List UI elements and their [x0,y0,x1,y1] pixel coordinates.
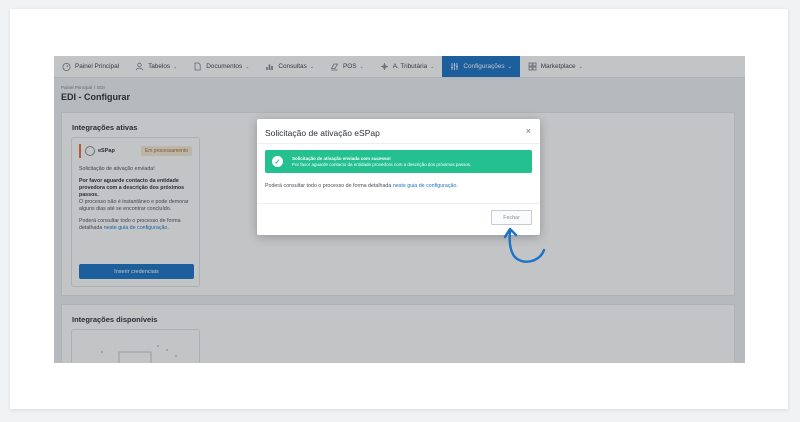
success-alert: ✓ Solicitação de ativação enviada com su… [265,150,532,173]
modal-guide-link[interactable]: neste guia de configuração [393,183,457,189]
check-circle-icon: ✓ [272,156,283,167]
modal-body: Poderá consultar todo o processo de form… [265,183,458,189]
modal-divider [257,143,540,144]
modal-title: Solicitação de ativação eSPap [265,128,380,138]
modal-body-prefix: Poderá consultar todo o processo de form… [265,183,392,189]
close-icon[interactable]: × [526,127,531,136]
alert-body: Por favor aguarde contacto da entidade p… [292,161,472,167]
annotation-arrow-icon [503,227,546,263]
modal-footer-divider [257,203,540,204]
alert-text: Solicitação de ativação enviada com suce… [292,156,471,168]
activation-modal: Solicitação de ativação eSPap × ✓ Solici… [257,119,540,235]
app-frame: Painel Principal Tabelos ⌄ Documentos ⌄ … [54,56,745,363]
modal-body-suffix: . [456,183,458,189]
